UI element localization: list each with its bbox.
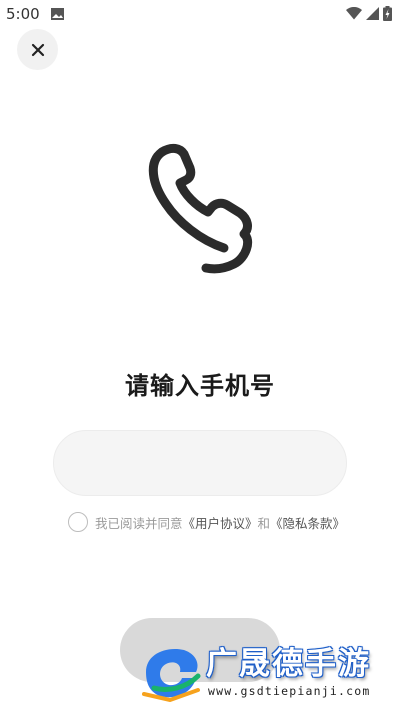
site-watermark: 广晟德手游 www.gsdtiepianji.com (140, 632, 400, 711)
agreement-row: 我已阅读并同意 《用户协议》 和 《隐私条款》 (68, 512, 345, 532)
watermark-title: 广晟德手游 (206, 646, 371, 682)
page-title: 请输入手机号 (125, 372, 275, 400)
watermark-logo (142, 648, 201, 702)
close-button[interactable] (17, 29, 58, 70)
photo-icon (51, 8, 64, 20)
watermark-url: www.gsdtiepianji.com (208, 684, 371, 698)
agreement-prefix: 我已阅读并同意 (95, 515, 183, 531)
signal-icon (366, 7, 379, 20)
status-time: 5:00 (6, 5, 40, 23)
status-bar: 5:00 (0, 0, 400, 28)
battery-charging-icon (383, 6, 392, 21)
close-icon (31, 43, 44, 56)
wifi-icon (346, 7, 362, 20)
status-icons (346, 6, 392, 21)
phone-number-input[interactable] (53, 430, 347, 496)
user-agreement-link[interactable]: 《用户协议》 (183, 513, 258, 532)
agree-checkbox[interactable] (68, 512, 88, 532)
agreement-conjunction: 和 (257, 515, 271, 531)
login-screen: 5:00 请输入手机号 我已阅读并同意 《用户协议》 和 《隐私条款》 广晟德手… (0, 0, 400, 711)
privacy-policy-link[interactable]: 《隐私条款》 (270, 513, 345, 532)
phone-handset-icon (148, 143, 253, 274)
